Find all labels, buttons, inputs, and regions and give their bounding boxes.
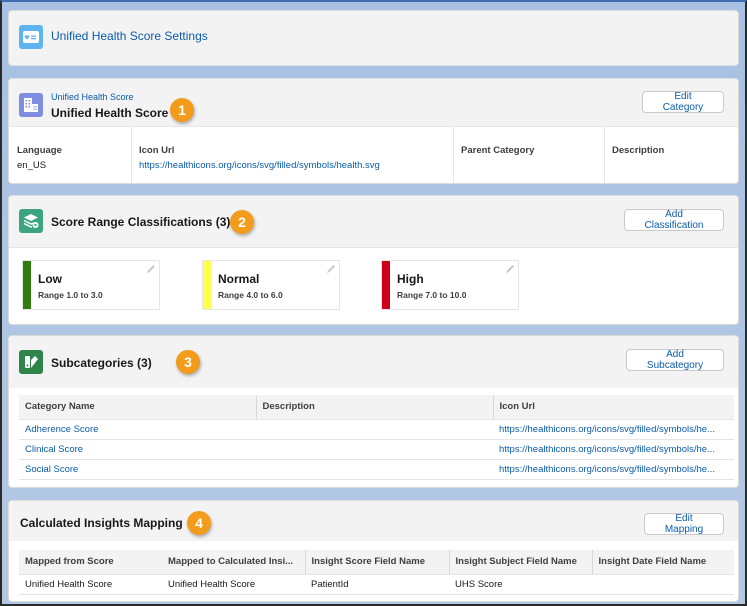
column-divider	[131, 127, 132, 183]
add-subcategory-button[interactable]: Add Subcategory	[626, 349, 724, 371]
add-classification-button[interactable]: Add Classification	[624, 209, 724, 231]
column-header[interactable]: Icon Url	[492, 395, 734, 420]
subcategories-title: Subcategories (3)	[51, 356, 152, 370]
field-label: Parent Category	[461, 145, 535, 156]
subcategory-icon-url-link[interactable]: https://healthicons.org/icons/svg/filled…	[493, 439, 734, 460]
column-header[interactable]: Description	[255, 395, 493, 420]
classification-color-bar	[23, 261, 31, 309]
subcategory-icon-url-link[interactable]: https://healthicons.org/icons/svg/filled…	[493, 419, 734, 440]
subcategory-description	[256, 439, 493, 460]
subcategory-name-link[interactable]: Adherence Score	[19, 419, 256, 440]
edit-mapping-button[interactable]: Edit Mapping	[644, 513, 724, 535]
field-label: Description	[612, 145, 665, 156]
column-header[interactable]: Category Name	[19, 395, 256, 420]
mapping-cell: PatientId	[305, 574, 449, 595]
classification-card-normal[interactable]: Normal Range 4.0 to 6.0	[202, 260, 340, 310]
pencil-icon[interactable]	[146, 264, 156, 274]
table-row: Clinical Score https://healthicons.org/i…	[19, 439, 734, 460]
mapping-card: Calculated Insights Mapping 4 Edit Mappi…	[8, 500, 739, 602]
field-value: en_US	[17, 160, 47, 171]
column-divider	[604, 127, 605, 183]
classifications-title: Score Range Classifications (3)	[51, 215, 231, 229]
classifications-header: Score Range Classifications (3) 2 Add Cl…	[9, 196, 738, 248]
step-badge-2: 2	[230, 210, 254, 234]
field-language: Language en_US	[17, 145, 62, 171]
mapping-cell	[592, 574, 734, 595]
column-header[interactable]: Insight Date Field Name	[591, 550, 734, 575]
classifications-card: Score Range Classifications (3) 2 Add Cl…	[8, 195, 739, 325]
classification-color-bar	[382, 261, 390, 309]
page-header-card: Unified Health Score Settings	[8, 10, 739, 66]
mapping-cell: Unified Health Score	[19, 574, 162, 595]
edit-category-button[interactable]: Edit Category	[642, 91, 724, 113]
subcategory-icon-url-link[interactable]: https://healthicons.org/icons/svg/filled…	[493, 459, 734, 480]
health-card-icon	[19, 25, 43, 49]
field-parent-category: Parent Category	[461, 145, 534, 156]
category-title: Unified Health Score	[51, 106, 169, 120]
mapping-cell: UHS Score	[449, 574, 592, 595]
page-title: Unified Health Score Settings	[51, 29, 208, 43]
subcategory-name-link[interactable]: Clinical Score	[19, 439, 256, 460]
subcategories-table: Category Name Description Icon Url Adher…	[19, 395, 734, 480]
stacked-layers-icon	[19, 209, 43, 233]
category-fields: Language en_US Icon Url https://healthic…	[9, 127, 738, 183]
field-label: Language	[17, 145, 62, 156]
step-badge-1: 1	[170, 98, 194, 122]
mapping-title: Calculated Insights Mapping	[20, 516, 183, 530]
field-label: Icon Url	[139, 145, 175, 156]
step-badge-3: 3	[176, 350, 200, 374]
mapping-table: Mapped from Score Mapped to Calculated I…	[19, 550, 734, 595]
table-row: Unified Health Score Unified Health Scor…	[19, 574, 734, 595]
table-row: Social Score https://healthicons.org/ico…	[19, 459, 734, 480]
category-header: Unified Health Score Unified Health Scor…	[9, 79, 738, 127]
subcategories-header: Subcategories (3) 3 Add Subcategory	[9, 336, 738, 388]
icon-url-link[interactable]: https://healthicons.org/icons/svg/filled…	[139, 160, 380, 171]
table-header-row: Category Name Description Icon Url	[19, 395, 734, 420]
field-icon-url: Icon Url https://healthicons.org/icons/s…	[139, 145, 380, 171]
column-header[interactable]: Insight Subject Field Name	[448, 550, 592, 575]
classification-name: High	[397, 272, 424, 286]
table-header-row: Mapped from Score Mapped to Calculated I…	[19, 550, 734, 575]
table-row: Adherence Score https://healthicons.org/…	[19, 419, 734, 440]
pencil-icon[interactable]	[326, 264, 336, 274]
window-frame: Unified Health Score Settings Unified He…	[0, 0, 747, 606]
building-icon	[19, 93, 43, 117]
column-header[interactable]: Mapped to Calculated Insi...	[162, 550, 305, 575]
classification-name: Low	[38, 272, 62, 286]
field-description: Description	[612, 145, 664, 156]
column-header[interactable]: Mapped from Score	[19, 550, 162, 575]
category-card: Unified Health Score Unified Health Scor…	[8, 78, 739, 184]
classification-range: Range 1.0 to 3.0	[38, 290, 103, 300]
column-divider	[453, 127, 454, 183]
mapping-header: Calculated Insights Mapping 4 Edit Mappi…	[9, 501, 738, 541]
subcategories-card: Subcategories (3) 3 Add Subcategory Cate…	[8, 335, 739, 488]
classification-card-low[interactable]: Low Range 1.0 to 3.0	[22, 260, 160, 310]
subcategory-name-link[interactable]: Social Score	[19, 459, 256, 480]
swatch-icon	[19, 350, 43, 374]
classification-name: Normal	[218, 272, 260, 286]
column-header[interactable]: Insight Score Field Name	[304, 550, 449, 575]
classification-color-bar	[203, 261, 211, 309]
subcategory-description	[256, 459, 493, 480]
step-badge-4: 4	[187, 511, 211, 535]
classification-range: Range 4.0 to 6.0	[218, 290, 283, 300]
mapping-cell: Unified Health Score	[162, 574, 305, 595]
classification-card-high[interactable]: High Range 7.0 to 10.0	[381, 260, 519, 310]
pencil-icon[interactable]	[505, 264, 515, 274]
subcategory-description	[256, 419, 493, 440]
category-breadcrumb[interactable]: Unified Health Score	[51, 92, 134, 102]
classification-range: Range 7.0 to 10.0	[397, 290, 467, 300]
